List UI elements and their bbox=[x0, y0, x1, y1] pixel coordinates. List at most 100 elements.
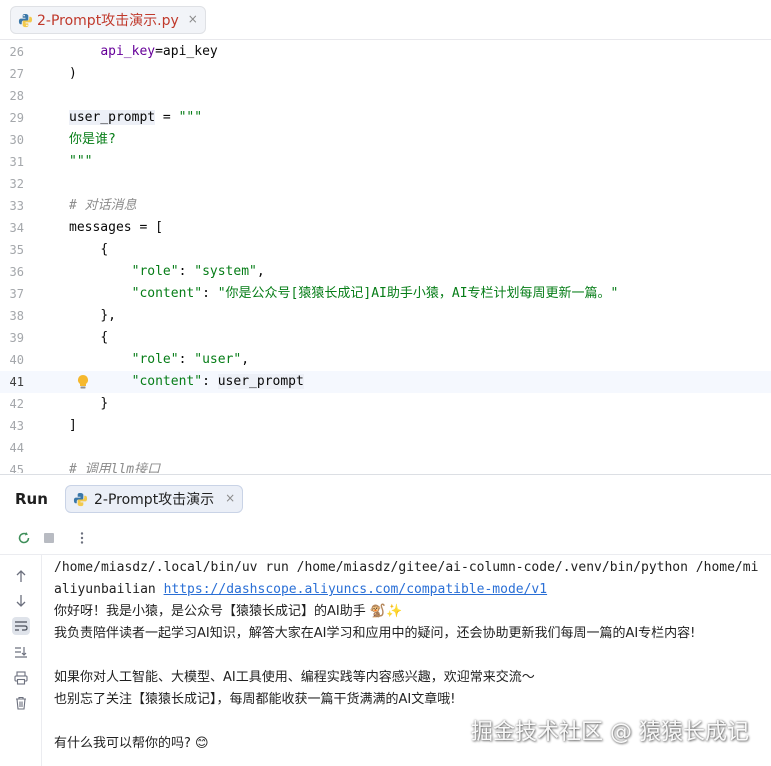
close-icon[interactable]: × bbox=[188, 12, 198, 26]
code-line[interactable]: 39 { bbox=[0, 327, 771, 349]
console-command-line: /home/miasdz/.local/bin/uv run /home/mia… bbox=[54, 560, 759, 575]
code-line[interactable]: 32 bbox=[0, 173, 771, 195]
code-line[interactable]: 40 "role": "user", bbox=[0, 349, 771, 371]
line-number: 33 bbox=[9, 199, 24, 213]
code-line[interactable]: 35 { bbox=[0, 239, 771, 261]
code-token: messages = [ bbox=[69, 220, 163, 235]
trash-icon[interactable] bbox=[12, 694, 30, 712]
line-number: 34 bbox=[9, 221, 24, 235]
code-token: }, bbox=[100, 308, 116, 323]
console-response-line: 你好呀！我是小猿，是公众号【猿猿长成记】的AI助手 🐒✨ bbox=[54, 604, 403, 619]
stop-icon[interactable] bbox=[41, 530, 57, 546]
arrow-down-icon[interactable] bbox=[12, 592, 30, 610]
code-line[interactable]: 37 "content": "你是公众号[猿猿长成记]AI助手小猿，AI专栏计划… bbox=[0, 283, 771, 305]
run-tab-label: 2-Prompt攻击演示 bbox=[94, 492, 215, 508]
console-response-line: 如果你对人工智能、大模型、AI工具使用、编程实践等内容感兴趣，欢迎常来交流～ bbox=[54, 670, 535, 685]
code-text: """ bbox=[69, 151, 92, 173]
code-token: """ bbox=[69, 154, 93, 169]
code-line[interactable]: 44 bbox=[0, 437, 771, 459]
more-options-icon[interactable] bbox=[74, 530, 90, 546]
code-line[interactable]: 43] bbox=[0, 415, 771, 437]
code-line[interactable]: 38 }, bbox=[0, 305, 771, 327]
code-line[interactable]: 36 "role": "system", bbox=[0, 261, 771, 283]
code-text: { bbox=[69, 327, 108, 349]
run-title: Run bbox=[15, 490, 48, 508]
watermark: 掘金技术社区 @ 猿猿长成记 bbox=[471, 720, 749, 745]
line-number: 40 bbox=[9, 353, 24, 367]
code-token: : bbox=[178, 264, 195, 279]
arrow-up-icon[interactable] bbox=[12, 567, 30, 585]
line-number: 37 bbox=[9, 287, 24, 301]
code-token: "你是公众号[猿猿长成记]AI助手小猿，AI专栏计划每周更新一篇。" bbox=[217, 286, 619, 301]
code-text: user_prompt = """ bbox=[69, 107, 202, 129]
base-url-link[interactable]: https://dashscope.aliyuncs.com/compatibl… bbox=[164, 582, 548, 597]
code-token: # 调用llm接口 bbox=[69, 462, 161, 473]
code-line[interactable]: 33 # 对话消息 bbox=[0, 195, 771, 217]
line-number: 28 bbox=[9, 89, 24, 103]
code-line[interactable]: 34 messages = [ bbox=[0, 217, 771, 239]
code-line[interactable]: 26 api_key=api_key bbox=[0, 41, 771, 63]
run-config-tab[interactable]: 2-Prompt攻击演示 × bbox=[65, 485, 244, 513]
code-line[interactable]: 29 user_prompt = """ bbox=[0, 107, 771, 129]
python-file-icon bbox=[73, 492, 88, 507]
code-token: "content" bbox=[131, 286, 203, 301]
code-token: } bbox=[100, 396, 109, 411]
code-token: """ bbox=[178, 110, 203, 125]
editor-tab-bar: 2-Prompt攻击演示.py × bbox=[0, 0, 771, 40]
editor-tab-label: 2-Prompt攻击演示.py bbox=[37, 13, 179, 29]
line-number: 35 bbox=[9, 243, 24, 257]
close-icon[interactable]: × bbox=[225, 491, 235, 505]
code-line[interactable]: 45 # 调用llm接口 bbox=[0, 459, 771, 473]
line-number: 29 bbox=[9, 111, 24, 125]
code-token: user_prompt bbox=[69, 110, 156, 125]
console-response-line: 有什么我可以帮你的吗? 😊 bbox=[54, 736, 209, 751]
scroll-to-end-icon[interactable] bbox=[12, 643, 30, 661]
line-number: 32 bbox=[9, 177, 24, 191]
editor-file-tab[interactable]: 2-Prompt攻击演示.py × bbox=[10, 6, 206, 34]
code-text: 你是谁? bbox=[69, 129, 116, 151]
code-line[interactable]: 27) bbox=[0, 63, 771, 85]
code-token: , bbox=[241, 352, 250, 367]
line-number: 31 bbox=[9, 155, 24, 169]
code-token: "role" bbox=[131, 264, 179, 279]
line-number: 39 bbox=[9, 331, 24, 345]
console-response-line: 我负责陪伴读者一起学习AI知识，解答大家在AI学习和应用中的疑问，还会协助更新我… bbox=[54, 626, 696, 641]
code-line[interactable]: 42 } bbox=[0, 393, 771, 415]
code-token: "content" bbox=[131, 374, 203, 389]
code-token: { bbox=[100, 242, 109, 257]
console-side-toolbar bbox=[0, 555, 42, 766]
code-token: : bbox=[202, 286, 218, 301]
code-line[interactable]: 41 "content": user_prompt bbox=[0, 371, 771, 393]
code-text: { bbox=[69, 239, 108, 261]
print-icon[interactable] bbox=[12, 669, 30, 687]
code-line[interactable]: 28 bbox=[0, 85, 771, 107]
code-text: api_key=api_key bbox=[69, 41, 218, 63]
code-token: "user" bbox=[194, 352, 242, 367]
code-text: # 调用llm接口 bbox=[69, 459, 160, 473]
line-number: 44 bbox=[9, 441, 24, 455]
code-text: # 对话消息 bbox=[69, 195, 137, 217]
code-token: { bbox=[100, 330, 109, 345]
rerun-icon[interactable] bbox=[16, 530, 32, 546]
line-number: 42 bbox=[9, 397, 24, 411]
run-toolbar bbox=[0, 521, 771, 555]
code-editor[interactable]: 26 api_key=api_key 27) 28 29 user_prompt = "… bbox=[0, 41, 771, 473]
code-text: ] bbox=[69, 415, 77, 437]
line-number: 27 bbox=[9, 67, 24, 81]
line-number: 41 bbox=[9, 375, 24, 389]
soft-wrap-icon[interactable] bbox=[12, 617, 30, 635]
code-text: } bbox=[69, 393, 108, 415]
code-token: ) bbox=[69, 66, 77, 81]
python-file-icon bbox=[18, 13, 33, 28]
code-token: =api_key bbox=[155, 44, 218, 59]
code-line[interactable]: 31 """ bbox=[0, 151, 771, 173]
code-text: "content": "你是公众号[猿猿长成记]AI助手小猿，AI专栏计划每周更… bbox=[69, 283, 619, 305]
code-token: "system" bbox=[194, 264, 257, 279]
code-line[interactable]: 30 你是谁? bbox=[0, 129, 771, 151]
code-token: ] bbox=[69, 418, 77, 433]
